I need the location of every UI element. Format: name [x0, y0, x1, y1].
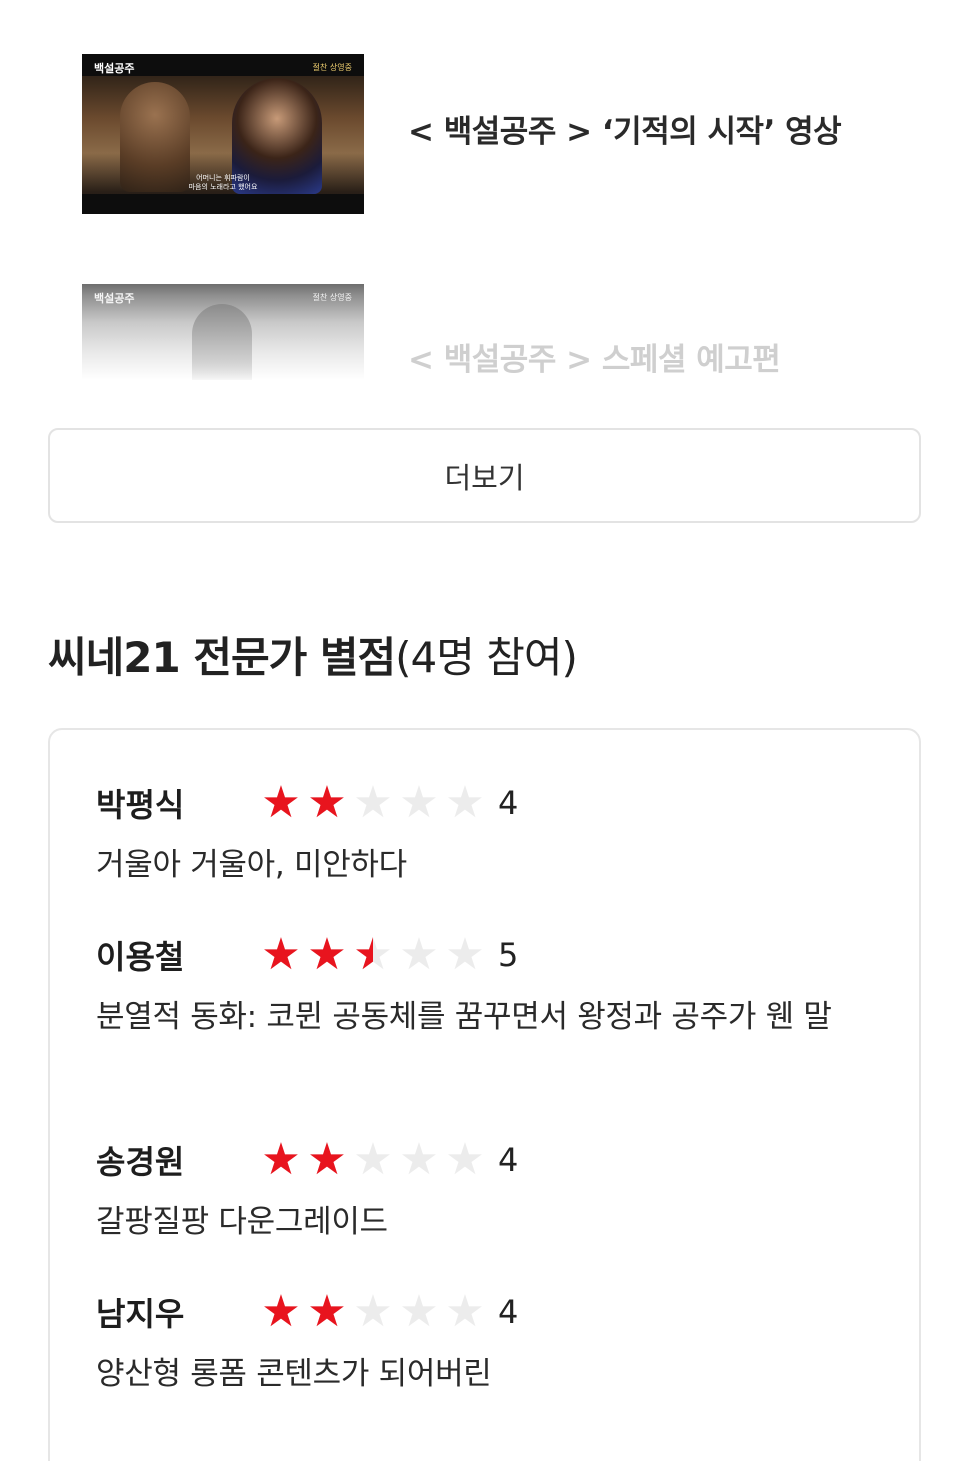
review-comment: 거울아 거울아, 미안하다	[96, 847, 407, 883]
star-icon: ★	[353, 777, 393, 828]
star-icon: ★ ★	[261, 1134, 301, 1185]
star-icon: ★ ★	[353, 929, 393, 980]
thumbnail-tag: 절찬 상영중	[312, 63, 352, 72]
star-icon: ★ ★	[261, 1286, 301, 1337]
thumbnail-tag: 절찬 상영중	[312, 293, 352, 302]
review-item: 송경원 ★ ★ ★ ★ ★ ★ ★ 4 갈팡질팡 다운그레이드	[96, 1137, 876, 1247]
video-item[interactable]: 백설공주 절찬 상영중 어머니는 휘파람이 마음의 노래라고 했어요	[82, 54, 364, 214]
thumbnail-logo: 백설공주	[94, 292, 135, 305]
letterbox	[82, 194, 364, 214]
star-icon: ★	[353, 1286, 393, 1337]
review-comment: 양산형 롱폼 콘텐츠가 되어버린	[96, 1356, 492, 1392]
thumbnail-subtitle: 어머니는 휘파람이 마음의 노래라고 했어요	[82, 174, 364, 192]
review-comment: 분열적 동화: 코뮌 공동체를 꿈꾸면서 왕정과 공주가 웬 말	[96, 999, 832, 1035]
section-title-count: (4명 참여)	[395, 633, 578, 682]
star-rating: ★ ★ ★ ★ ★ ★ ★	[258, 1290, 498, 1334]
more-button[interactable]: 더보기	[48, 428, 921, 523]
subtitle-line: 마음의 노래라고 했어요	[188, 183, 258, 191]
star-rating: ★ ★ ★ ★ ★ ★ ★	[258, 781, 498, 825]
score: 4	[498, 1293, 519, 1331]
star-icon: ★ ★	[307, 777, 347, 828]
star-icon: ★	[445, 1286, 485, 1337]
section-title-main: 씨네21 전문가 별점	[48, 633, 396, 682]
video-item[interactable]: 백설공주 절찬 상영중	[82, 284, 364, 380]
video-thumbnail[interactable]: 백설공주 절찬 상영중	[82, 284, 364, 380]
subtitle-line: 어머니는 휘파람이	[196, 174, 250, 182]
critic-name: 송경원	[96, 1143, 185, 1181]
star-icon: ★	[399, 1286, 439, 1337]
star-icon: ★	[399, 929, 439, 980]
star-rating: ★ ★ ★ ★ ★ ★ ★	[258, 1138, 498, 1182]
star-icon: ★	[445, 929, 485, 980]
review-item: 남지우 ★ ★ ★ ★ ★ ★ ★ 4 양산형 롱폼 콘텐츠가 되어버린	[96, 1289, 876, 1399]
score: 4	[498, 1141, 519, 1179]
thumbnail-logo: 백설공주	[94, 62, 135, 75]
video-title[interactable]: < 백설공주 > ‘기적의 시작’ 영상	[408, 106, 842, 151]
review-item: 박평식 ★ ★ ★ ★ ★ ★ ★ 4 거울아 거울아, 미안하다	[96, 780, 876, 890]
critic-rating-card: 박평식 ★ ★ ★ ★ ★ ★ ★ 4 거울아 거울아, 미안하다 이용철 ★ ★ ★ ★ ★ ★ ★ ★…	[48, 728, 921, 1461]
score: 5	[498, 936, 519, 974]
review-comment: 갈팡질팡 다운그레이드	[96, 1204, 388, 1240]
star-icon: ★ ★	[261, 777, 301, 828]
star-icon: ★ ★	[307, 1286, 347, 1337]
thumbnail-figure	[192, 304, 252, 380]
section-title: 씨네21 전문가 별점(4명 참여)	[48, 624, 578, 685]
star-icon: ★	[445, 777, 485, 828]
star-icon: ★	[353, 1134, 393, 1185]
review-item: 이용철 ★ ★ ★ ★ ★ ★ ★ ★ 5 분열적 동화: 코뮌 공동체를 꿈꾸면서 왕정과 …	[96, 932, 876, 1042]
star-icon: ★ ★	[307, 1134, 347, 1185]
star-icon: ★	[399, 1134, 439, 1185]
star-icon: ★ ★	[307, 929, 347, 980]
video-thumbnail[interactable]: 백설공주 절찬 상영중 어머니는 휘파람이 마음의 노래라고 했어요	[82, 54, 364, 214]
critic-name: 이용철	[96, 938, 185, 976]
star-icon: ★	[399, 777, 439, 828]
star-icon: ★ ★	[261, 929, 301, 980]
critic-name: 박평식	[96, 786, 185, 824]
critic-name: 남지우	[96, 1295, 185, 1333]
score: 4	[498, 784, 519, 822]
star-icon: ★	[445, 1134, 485, 1185]
video-title[interactable]: < 백설공주 > 스페셜 예고편	[408, 334, 781, 379]
star-rating: ★ ★ ★ ★ ★ ★ ★ ★	[258, 933, 498, 977]
